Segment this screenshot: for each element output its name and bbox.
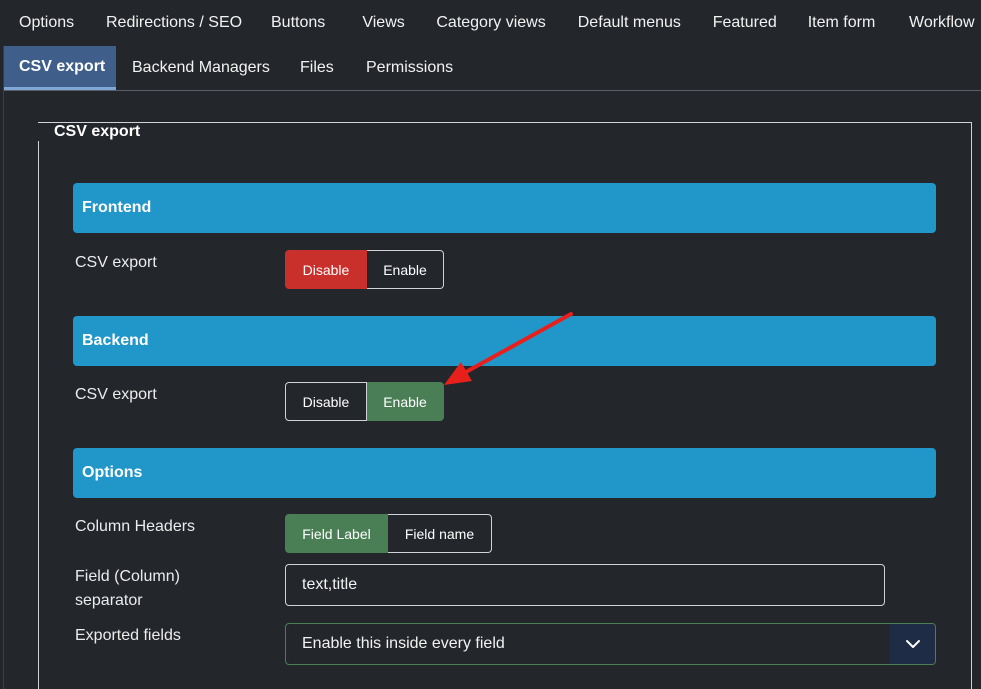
content-left-border xyxy=(3,46,4,689)
chevron-down-icon[interactable] xyxy=(890,624,935,664)
separator-input[interactable] xyxy=(285,564,885,606)
field-label-button[interactable]: Field Label xyxy=(285,514,388,553)
tab-workflow[interactable]: Workflow xyxy=(893,0,981,46)
backend-csv-export-toggle: Disable Enable xyxy=(285,382,444,421)
tab-redirections-seo[interactable]: Redirections / SEO xyxy=(90,0,255,46)
tab-views[interactable]: Views xyxy=(346,0,420,46)
frontend-csv-export-toggle: Disable Enable xyxy=(285,250,444,289)
tab-permissions[interactable]: Permissions xyxy=(350,46,470,90)
frontend-enable-button[interactable]: Enable xyxy=(367,250,444,289)
tab-default-menus[interactable]: Default menus xyxy=(562,0,697,46)
exported-fields-selected-value: Enable this inside every field xyxy=(302,635,505,652)
separator-label-line-1: Field (Column) xyxy=(75,568,180,585)
section-header-options: Options xyxy=(73,448,936,498)
frontend-csv-export-label: CSV export xyxy=(75,254,157,271)
separator-label-line-2: separator xyxy=(75,592,143,609)
tab-category-views[interactable]: Category views xyxy=(420,0,561,46)
backend-disable-button[interactable]: Disable xyxy=(285,382,367,421)
column-headers-toggle: Field Label Field name xyxy=(285,514,492,553)
exported-fields-select[interactable]: Enable this inside every field xyxy=(285,623,936,665)
tab-options[interactable]: Options xyxy=(3,0,90,46)
tab-bar-row-2: CSV export Backend Managers Files Permis… xyxy=(3,46,981,90)
tabs-divider xyxy=(3,90,981,91)
tab-csv-export[interactable]: CSV export xyxy=(3,46,116,90)
backend-enable-button[interactable]: Enable xyxy=(367,382,444,421)
panel-legend: CSV export xyxy=(38,123,157,141)
frontend-disable-button[interactable]: Disable xyxy=(285,250,367,289)
tab-item-form[interactable]: Item form xyxy=(792,0,893,46)
section-header-frontend: Frontend xyxy=(73,183,936,233)
section-header-backend: Backend xyxy=(73,316,936,366)
tab-buttons[interactable]: Buttons xyxy=(255,0,346,46)
tab-bar-row-1: Options Redirections / SEO Buttons Views… xyxy=(3,0,981,46)
tab-featured[interactable]: Featured xyxy=(697,0,792,46)
backend-csv-export-label: CSV export xyxy=(75,386,157,403)
field-name-button[interactable]: Field name xyxy=(388,514,492,553)
column-headers-label: Column Headers xyxy=(75,518,196,535)
tab-files[interactable]: Files xyxy=(284,46,350,90)
exported-fields-label: Exported fields xyxy=(75,627,181,644)
separator-label: Field (Column) separator xyxy=(75,565,180,613)
tab-backend-managers[interactable]: Backend Managers xyxy=(116,46,284,90)
